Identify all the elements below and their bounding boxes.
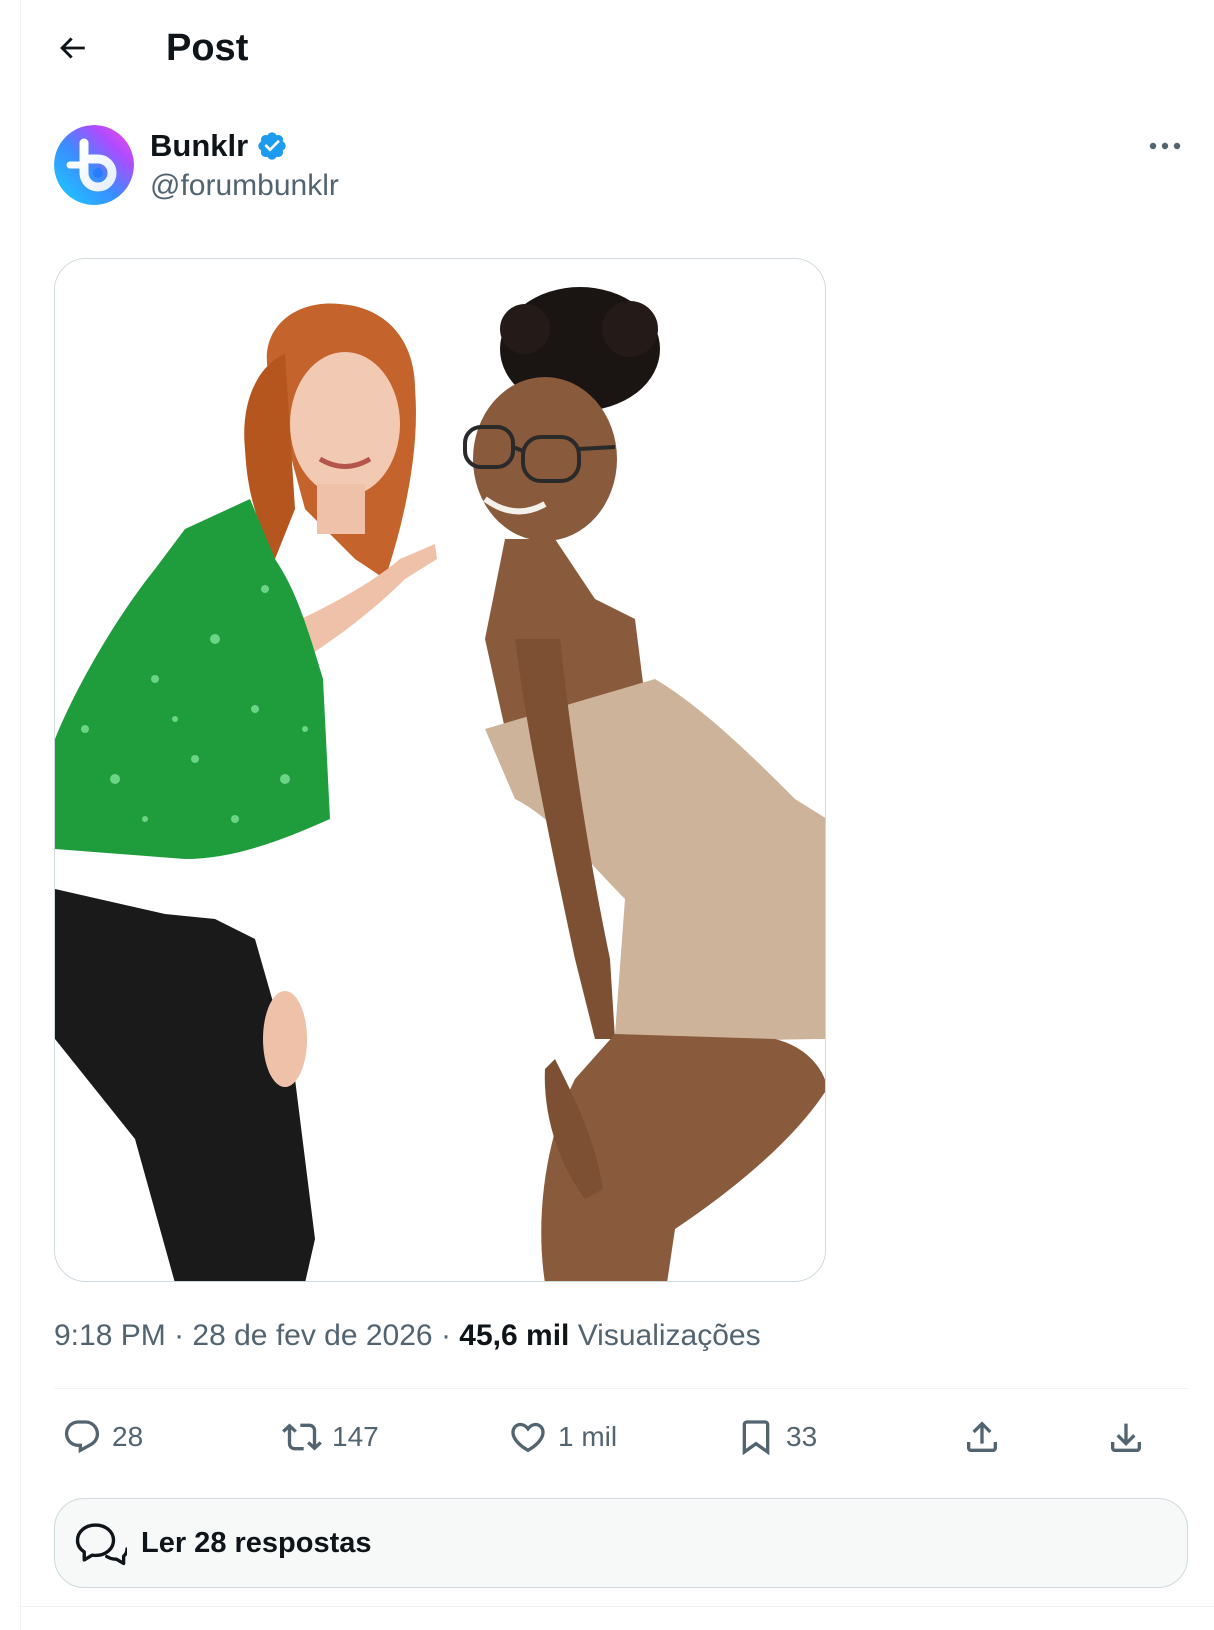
- post-bottom-border: [20, 1606, 1214, 1607]
- bookmark-button[interactable]: 33: [736, 1412, 817, 1462]
- views-label: Visualizações: [577, 1319, 761, 1352]
- download-button[interactable]: [1106, 1412, 1146, 1462]
- more-options-button[interactable]: [1140, 128, 1190, 164]
- meta-separator: ·: [165, 1319, 193, 1352]
- avatar[interactable]: [54, 125, 134, 205]
- page-title: Post: [166, 27, 249, 69]
- author-name[interactable]: Bunklr: [150, 126, 288, 166]
- like-count: 1 mil: [558, 1421, 618, 1452]
- heart-icon: [511, 1422, 545, 1453]
- author-name-text: Bunklr: [150, 128, 249, 163]
- post-meta: 9:18 PM · 28 de fev de 2026 · 45,6 mil V…: [54, 1314, 761, 1358]
- like-button[interactable]: 1 mil: [508, 1412, 617, 1462]
- header: Post: [0, 0, 1214, 100]
- reply-icon: [64, 1420, 100, 1454]
- author-handle[interactable]: @forumbunklr: [150, 166, 339, 206]
- post-image[interactable]: [54, 258, 826, 1282]
- bookmark-count: 33: [786, 1421, 818, 1452]
- divider: [54, 1388, 1188, 1389]
- reply-count: 28: [112, 1421, 144, 1452]
- share-icon: [967, 1421, 997, 1452]
- chat-bubbles-icon: [75, 1523, 127, 1566]
- read-replies-button[interactable]: Ler 28 respostas: [54, 1498, 1188, 1588]
- repost-button[interactable]: 147: [282, 1412, 379, 1462]
- reply-button[interactable]: 28: [62, 1412, 143, 1462]
- column-border: [20, 0, 21, 1630]
- share-button[interactable]: [962, 1412, 1002, 1462]
- photo-two-women: [55, 259, 825, 1281]
- repost-icon: [282, 1423, 322, 1451]
- meta-separator: ·: [432, 1319, 460, 1352]
- post-time[interactable]: 9:18 PM: [54, 1319, 166, 1352]
- bookmark-icon: [742, 1420, 770, 1456]
- bunklr-logo-icon: [54, 125, 134, 205]
- read-replies-label: Ler 28 respostas: [141, 1526, 372, 1559]
- more-horizontal-icon: [1149, 142, 1181, 150]
- back-button[interactable]: [50, 26, 94, 70]
- verified-badge-icon: [258, 132, 286, 160]
- post-date[interactable]: 28 de fev de 2026: [192, 1319, 432, 1352]
- views-count: 45,6 mil: [459, 1319, 570, 1352]
- repost-count: 147: [332, 1421, 379, 1452]
- download-icon: [1111, 1423, 1141, 1452]
- arrow-left-icon: [60, 37, 85, 59]
